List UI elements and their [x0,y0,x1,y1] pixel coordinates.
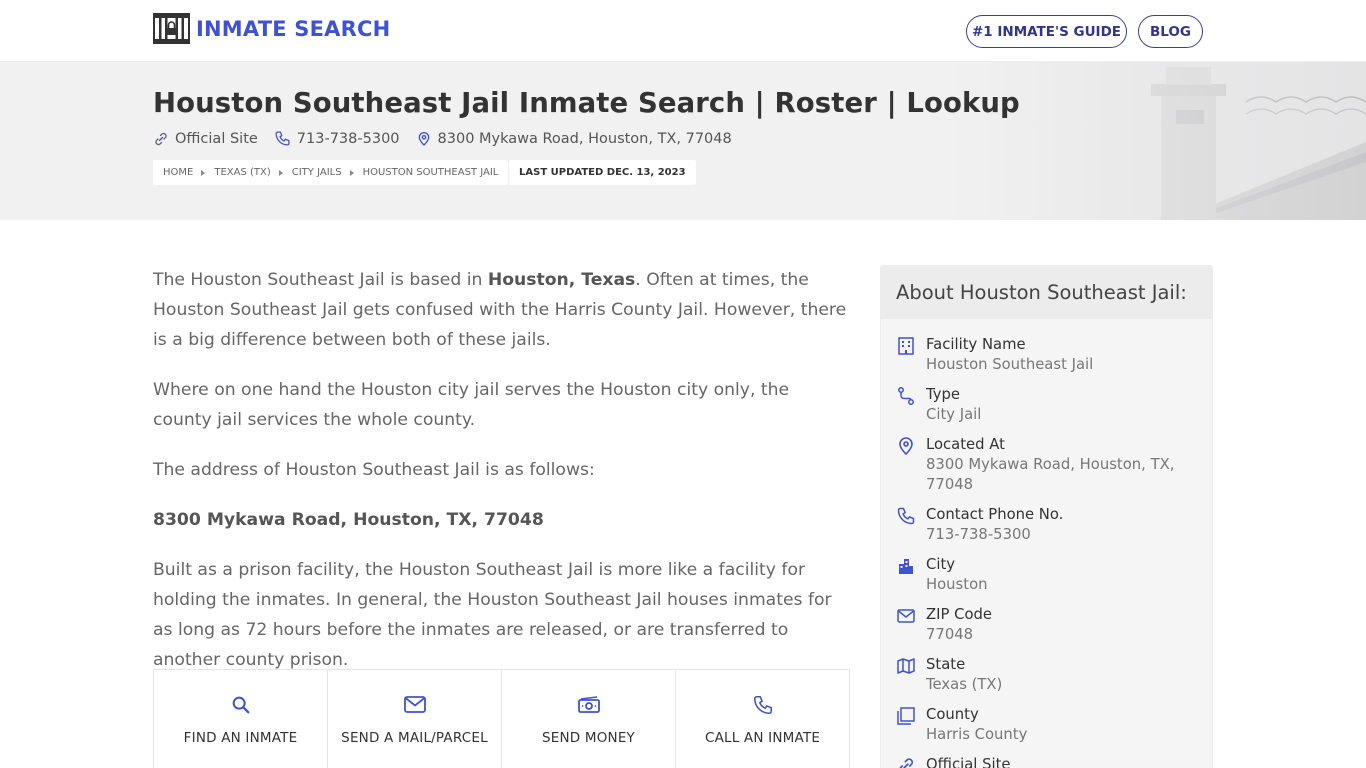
send-mail-button[interactable]: SEND A MAIL/PARCEL [328,670,502,768]
official-site-label: Official Site [175,130,258,147]
info-label: Contact Phone No. [926,506,1064,523]
link-icon [899,758,914,768]
route-icon [898,387,914,405]
article-paragraph-address-intro: The address of Houston Southeast Jail is… [153,460,595,480]
copy-icon [897,707,915,725]
facility-info-list: Facility Name Houston Southeast Jail Typ… [881,319,1212,768]
facility-meta: Official Site 713-738-5300 8300 Mykawa R… [153,130,748,147]
map-icon [897,658,915,674]
official-site-link[interactable]: Official Site [153,131,258,147]
info-label: City [926,556,956,573]
info-label: Type [926,386,960,403]
inmates-guide-button[interactable]: #1 INMATE'S GUIDE [966,15,1127,48]
send-money-label: SEND MONEY [541,730,636,746]
info-located-at: Located At 8300 Mykawa Road, Houston, TX… [881,435,1212,495]
blog-button[interactable]: BLOG [1138,15,1203,48]
article-paragraph-facility: Built as a prison facility, the Houston … [153,560,832,670]
info-value: 713-738-5300 [926,526,1031,543]
info-label: State [926,656,966,673]
info-value: Texas (TX) [926,676,1003,693]
address-link[interactable]: 8300 Mykawa Road, Houston, TX, 77048 [416,131,732,147]
info-label: Facility Name [926,336,1026,353]
send-money-button[interactable]: SEND MONEY [502,670,676,768]
breadcrumb-current[interactable]: HOUSTON SOUTHEAST JAIL [363,167,499,178]
article-paragraph-jurisdiction: Where on one hand the Houston city jail … [153,380,790,430]
page-hero: Houston Southeast Jail Inmate Search | R… [0,62,1366,220]
article-body: The Houston Southeast Jail is based in H… [153,265,850,695]
info-value: Houston Southeast Jail [926,356,1094,373]
info-value: City Jail [926,406,982,423]
info-city: City Houston [881,555,1212,595]
article-address: 8300 Mykawa Road, Houston, TX, 77048 [153,510,544,530]
intro-location: Houston, Texas [487,270,636,290]
phone-icon [753,695,772,715]
last-updated-badge: LAST UPDATED DEC. 13, 2023 [509,160,696,185]
breadcrumb-city-jails[interactable]: CITY JAILS [292,167,342,178]
send-mail-label: SEND A MAIL/PARCEL [341,730,488,746]
jail-logo-icon [153,13,190,44]
breadcrumb-separator-icon [278,169,283,176]
info-value: Harris County [926,726,1028,743]
mail-icon [403,696,426,713]
info-state: State Texas (TX) [881,655,1212,695]
site-logo[interactable]: INMATE SEARCH [153,13,390,44]
phone-number: 713-738-5300 [296,130,400,147]
action-grid: FIND AN INMATE SEND A MAIL/PARCEL SEND M… [153,669,850,768]
intro-text-start: The Houston Southeast Jail is based in [153,270,488,290]
call-inmate-label: CALL AN INMATE [704,730,821,746]
facility-info-card: About Houston Southeast Jail: Facility N… [880,265,1213,768]
prison-tower-background-image [946,62,1366,220]
find-inmate-label: FIND AN INMATE [183,730,298,746]
info-type: Type City Jail [881,385,1212,425]
info-label: Located At [926,436,1005,453]
top-navbar: INMATE SEARCH #1 INMATE'S GUIDE BLOG [0,0,1366,62]
building-icon [898,337,914,355]
phone-icon [897,507,915,525]
mail-icon [897,609,915,623]
breadcrumb: HOME TEXAS (TX) CITY JAILS HOUSTON SOUTH… [153,160,509,185]
page-title: Houston Southeast Jail Inmate Search | R… [153,87,1020,119]
search-icon [232,696,249,714]
phone-icon [275,131,290,146]
breadcrumb-texas[interactable]: TEXAS (TX) [214,167,270,178]
find-inmate-button[interactable]: FIND AN INMATE [154,670,328,768]
info-label: ZIP Code [926,606,993,623]
info-label: County [926,706,979,723]
info-zip-code: ZIP Code 77048 [881,605,1212,645]
facility-info-title: About Houston Southeast Jail: [881,266,1212,319]
info-label: Official Site [926,756,1011,768]
info-value: Houston [926,576,988,593]
money-icon [577,696,600,713]
phone-link[interactable]: 713-738-5300 [274,130,400,147]
breadcrumb-separator-icon [201,169,206,176]
info-county: County Harris County [881,705,1212,745]
info-contact-phone: Contact Phone No. 713-738-5300 [881,505,1212,545]
link-icon [155,132,167,145]
city-icon [899,559,913,574]
location-pin-icon [899,437,913,456]
logo-text: INMATE SEARCH [196,16,391,41]
info-value: 77048 [926,626,974,643]
info-facility-name: Facility Name Houston Southeast Jail [881,335,1212,375]
info-value: 8300 Mykawa Road, Houston, TX, 77048 [926,456,1175,493]
info-official-site[interactable]: Official Site [881,755,1212,768]
article-paragraph-intro: The Houston Southeast Jail is based in H… [153,265,850,355]
location-pin-icon [418,131,429,146]
call-inmate-button[interactable]: CALL AN INMATE [676,670,849,768]
address-text: 8300 Mykawa Road, Houston, TX, 77048 [437,130,732,147]
breadcrumb-home[interactable]: HOME [163,167,193,178]
breadcrumb-separator-icon [349,169,354,176]
